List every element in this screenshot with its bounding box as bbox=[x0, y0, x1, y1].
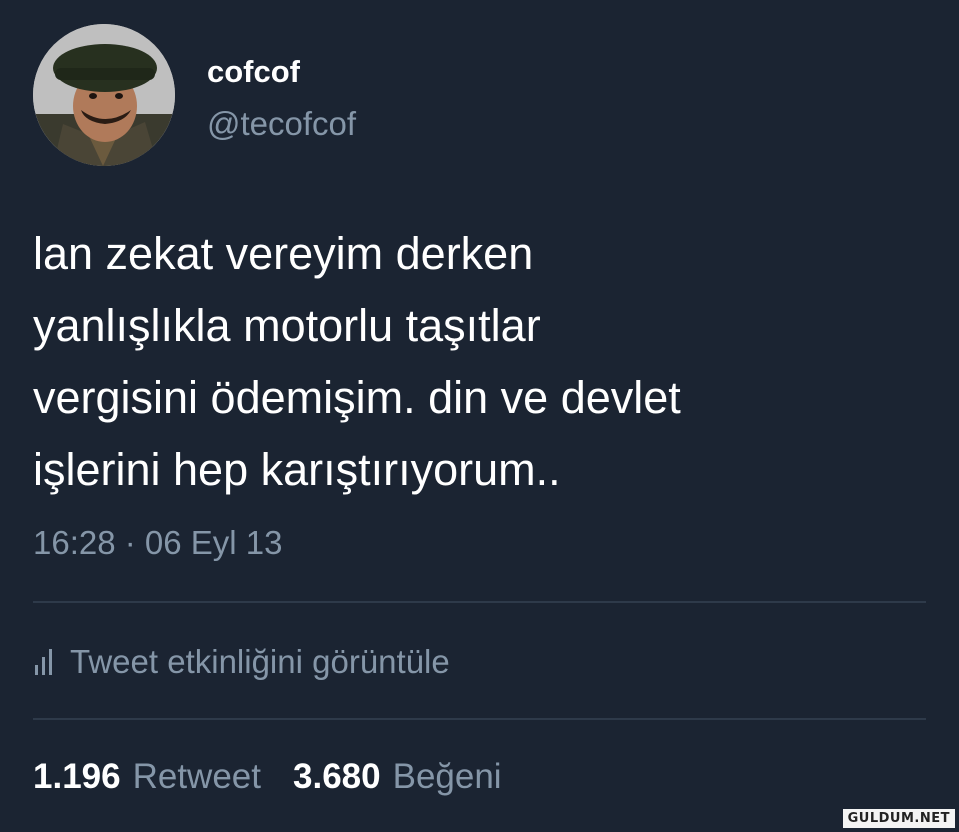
tweet-text-line: vergisini ödemişim. din ve devlet bbox=[33, 372, 681, 423]
watermark: GULDUM.NET bbox=[842, 809, 955, 828]
tweet-text-line: yanlışlıkla motorlu taşıtlar bbox=[33, 300, 541, 351]
tweet-text: lan zekat vereyim derken yanlışlıkla mot… bbox=[33, 218, 913, 506]
like-label[interactable]: Beğeni bbox=[393, 757, 502, 797]
avatar[interactable] bbox=[33, 24, 175, 166]
divider bbox=[33, 601, 926, 603]
retweet-count[interactable]: 1.196 bbox=[33, 757, 121, 797]
author-handle[interactable]: @tecofcof bbox=[207, 105, 356, 143]
like-count[interactable]: 3.680 bbox=[293, 757, 381, 797]
tweet-card: cofcof @tecofcof lan zekat vereyim derke… bbox=[0, 0, 959, 832]
tweet-text-line: işlerini hep karıştırıyorum.. bbox=[33, 444, 561, 495]
view-tweet-activity-link[interactable]: Tweet etkinliğini görüntüle bbox=[35, 643, 450, 681]
divider bbox=[33, 718, 926, 720]
tweet-timestamp[interactable]: 16:28 · 06 Eyl 13 bbox=[33, 524, 283, 562]
bar-chart-icon bbox=[35, 649, 52, 675]
view-tweet-activity-label: Tweet etkinliğini görüntüle bbox=[70, 643, 450, 680]
tweet-text-line: lan zekat vereyim derken bbox=[33, 228, 534, 279]
author-display-name[interactable]: cofcof bbox=[207, 54, 300, 90]
tweet-stats: 1.196 Retweet 3.680 Beğeni bbox=[33, 757, 534, 797]
avatar-image bbox=[33, 24, 175, 166]
retweet-label[interactable]: Retweet bbox=[133, 757, 261, 797]
